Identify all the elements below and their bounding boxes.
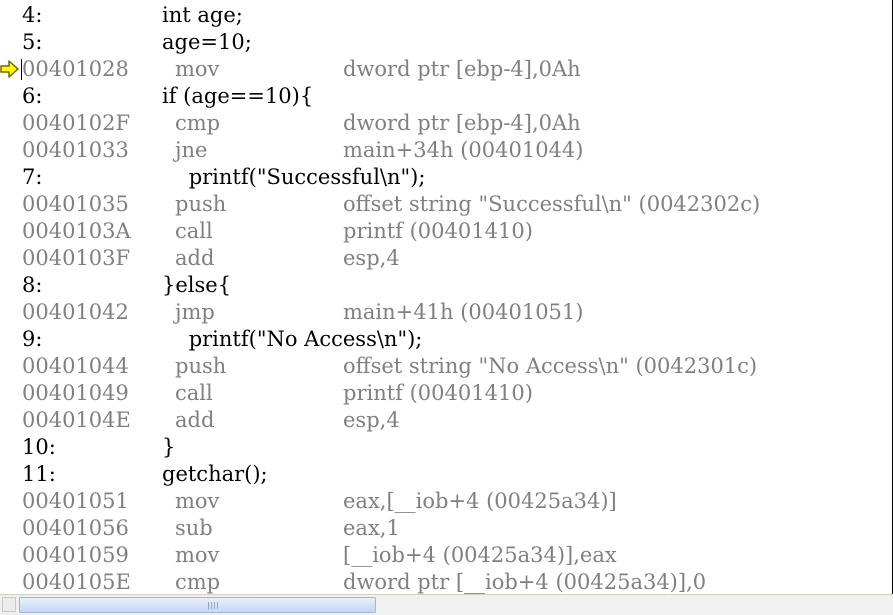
source-code: getchar(); [162, 462, 268, 486]
grip-icon [208, 602, 220, 609]
instruction-address: 0040103A [22, 219, 131, 243]
instruction-mnemonic: sub [175, 516, 213, 540]
instruction-mnemonic: cmp [175, 111, 221, 135]
instruction-address: 00401044 [22, 354, 129, 378]
line-number: 5: [22, 30, 43, 54]
source-code: } [162, 435, 176, 459]
instruction-mnemonic: call [175, 381, 213, 405]
instruction-operands: [__iob+4 (00425a34)],eax [343, 543, 617, 567]
instruction-mnemonic: mov [175, 57, 220, 81]
horizontal-scrollbar[interactable] [0, 594, 893, 615]
instruction-mnemonic: cmp [175, 570, 221, 594]
instruction-address: 0040103F [22, 246, 131, 270]
instruction-operands: main+34h (00401044) [343, 138, 584, 162]
instruction-address: 00401056 [22, 516, 129, 540]
instruction-operands: offset string "No Access\n" (0042301c) [343, 354, 758, 378]
instruction-operands: offset string "Successful\n" (0042302c) [343, 192, 761, 216]
instruction-operands: printf (00401410) [343, 381, 533, 405]
instruction-operands: main+41h (00401051) [343, 300, 584, 324]
instruction-operands: eax,[__iob+4 (00425a34)] [343, 489, 617, 513]
scrollbar-thumb[interactable] [19, 597, 376, 613]
instruction-address: 00401051 [22, 489, 129, 513]
source-code: printf("Successful\n"); [162, 165, 426, 189]
instruction-mnemonic: call [175, 219, 213, 243]
line-number: 11: [22, 462, 56, 486]
instruction-operands: dword ptr [__iob+4 (00425a34)],0 [343, 570, 707, 594]
line-number: 4: [22, 3, 43, 27]
instruction-mnemonic: mov [175, 543, 220, 567]
instruction-address: 00401042 [22, 300, 129, 324]
disassembly-view[interactable]: 4: int age; 5: age=10; 00401028 mov dword ptr … [0, 0, 893, 594]
instruction-operands: printf (00401410) [343, 219, 533, 243]
line-number: 8: [22, 273, 43, 297]
instruction-operands: esp,4 [343, 408, 400, 432]
instruction-address: 0040105E [22, 570, 131, 594]
instruction-mnemonic: push [175, 192, 227, 216]
line-number: 6: [22, 84, 43, 108]
instruction-address: 0040104E [22, 408, 131, 432]
instruction-operands: eax,1 [343, 516, 400, 540]
scroll-left-button[interactable] [2, 597, 16, 612]
instruction-mnemonic: add [175, 408, 215, 432]
source-code: int age; [162, 3, 243, 27]
instruction-operands: dword ptr [ebp-4],0Ah [343, 57, 581, 81]
instruction-mnemonic: push [175, 354, 227, 378]
instruction-mnemonic: add [175, 246, 215, 270]
instruction-mnemonic: mov [175, 489, 220, 513]
instruction-address: 00401028 [22, 57, 129, 81]
source-code: }else{ [162, 273, 232, 297]
text-caret [21, 59, 22, 80]
instruction-operands: dword ptr [ebp-4],0Ah [343, 111, 581, 135]
line-number: 9: [22, 327, 43, 351]
source-code: if (age==10){ [162, 84, 314, 108]
instruction-address: 00401033 [22, 138, 129, 162]
line-number: 7: [22, 165, 43, 189]
source-code: age=10; [162, 30, 252, 54]
instruction-operands: esp,4 [343, 246, 400, 270]
source-code: printf("No Access\n"); [162, 327, 423, 351]
instruction-address: 00401049 [22, 381, 129, 405]
instruction-mnemonic: jmp [175, 300, 215, 324]
instruction-address: 00401035 [22, 192, 129, 216]
line-number: 10: [22, 435, 56, 459]
arrow-right-icon [0, 60, 19, 78]
instruction-address: 0040102F [22, 111, 131, 135]
instruction-mnemonic: jne [175, 138, 208, 162]
instruction-address: 00401059 [22, 543, 129, 567]
